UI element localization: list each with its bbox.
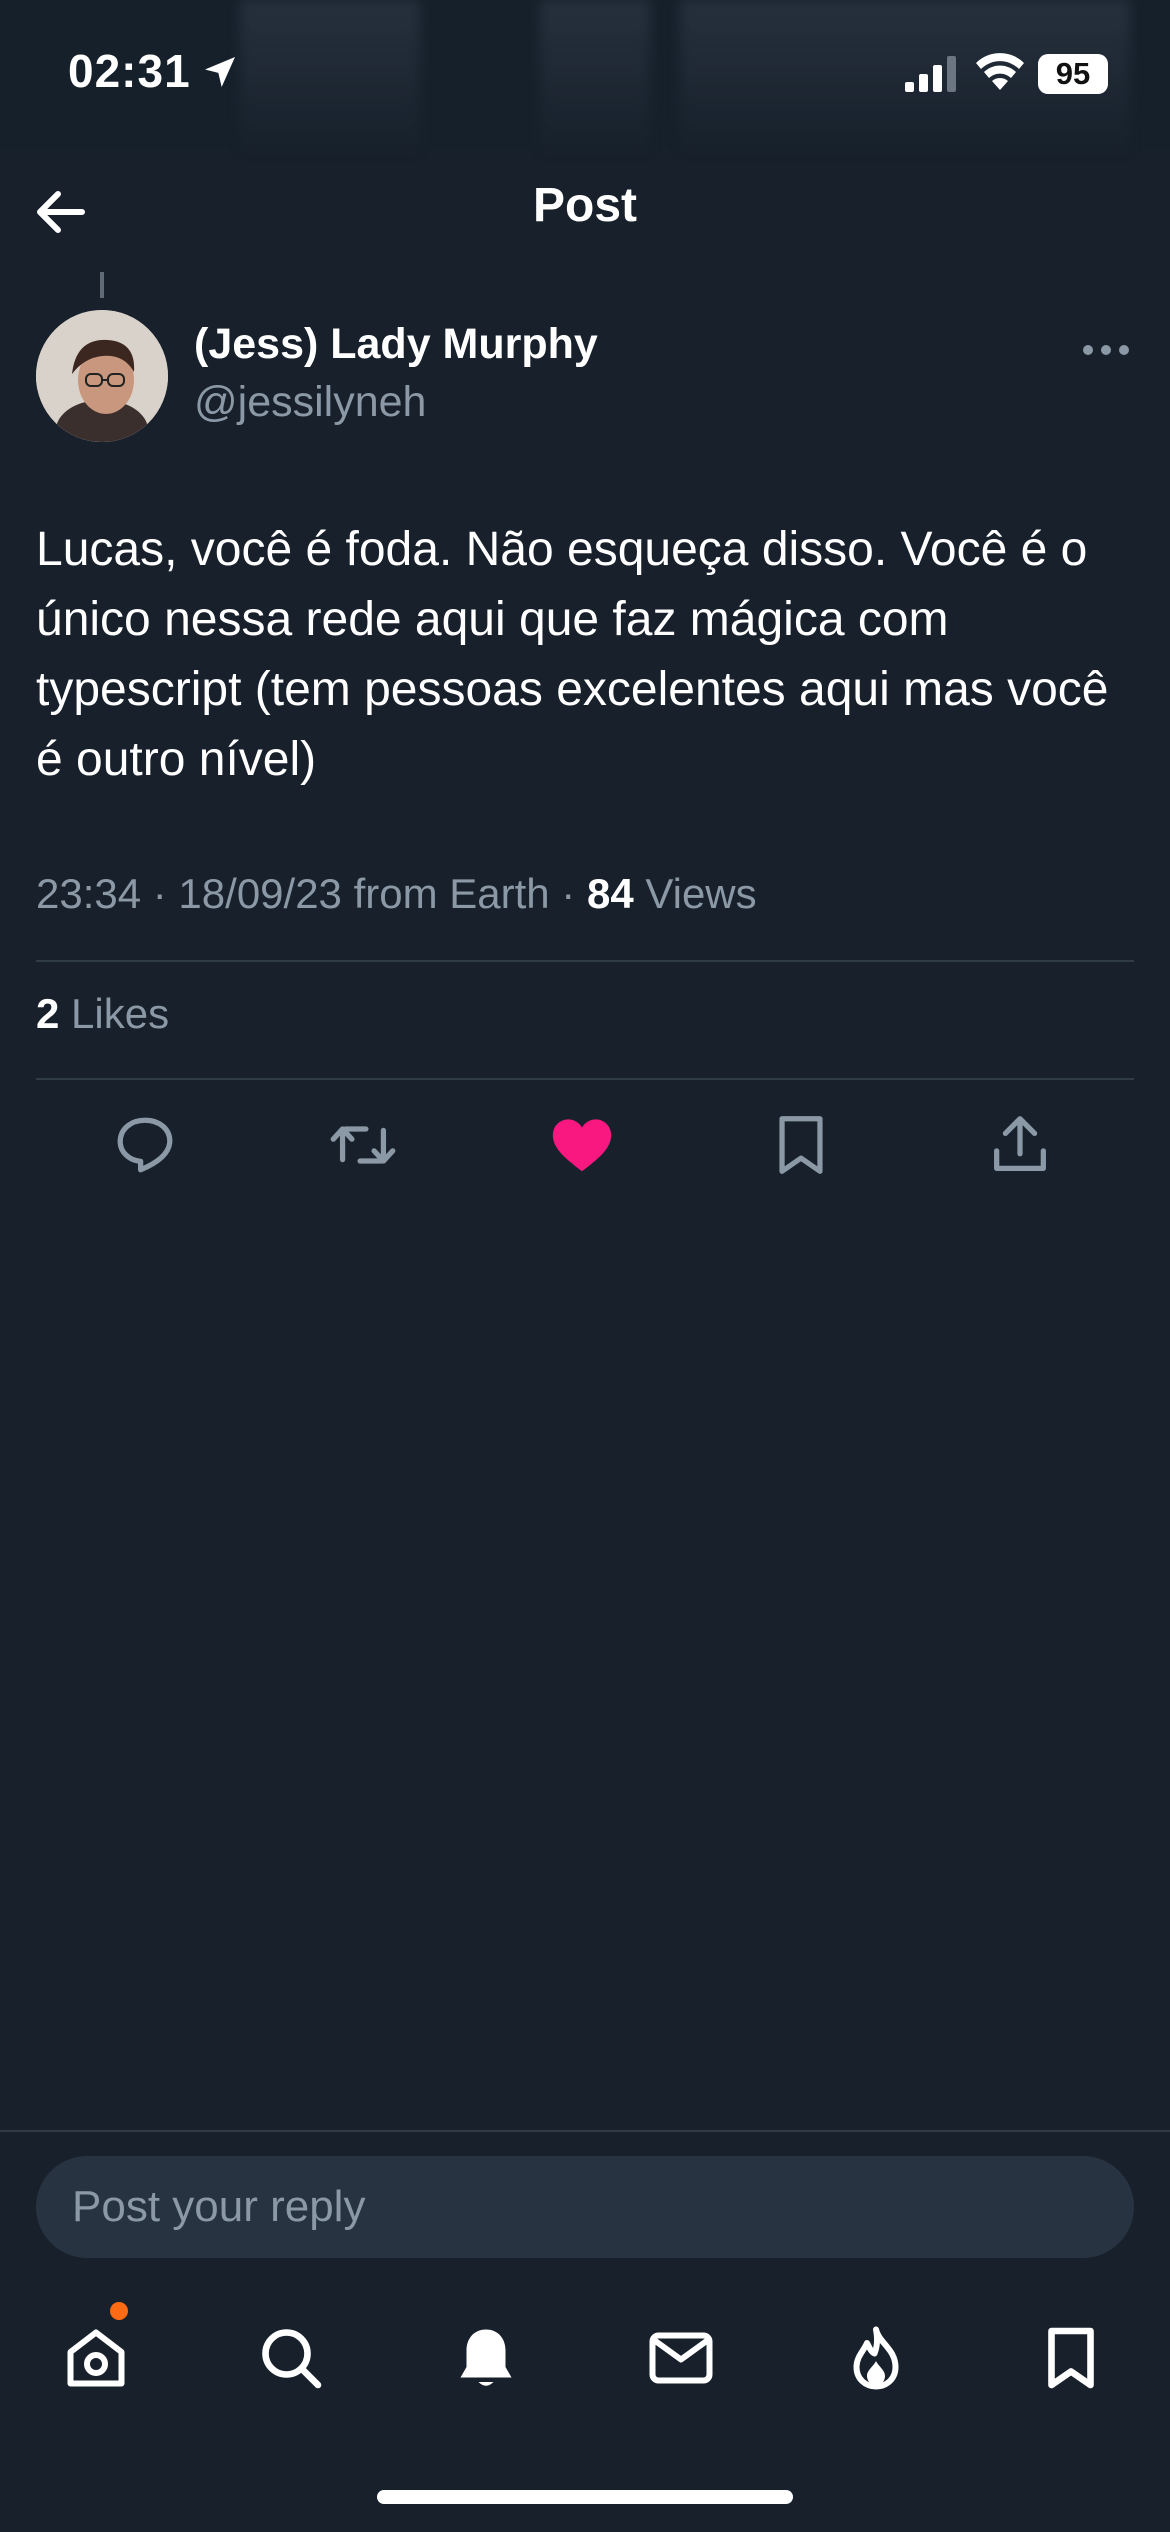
more-options-icon[interactable] [1080, 330, 1132, 370]
reply-icon[interactable] [110, 1110, 180, 1180]
signal-icon [905, 56, 956, 92]
views-label: Views [633, 870, 757, 917]
wifi-icon [976, 53, 1024, 90]
battery-icon: 95 [1038, 54, 1108, 94]
avatar[interactable] [36, 310, 168, 442]
like-icon[interactable] [547, 1110, 617, 1180]
likes-count: 2 [36, 990, 60, 1037]
avatar-image [36, 310, 168, 442]
reply-input[interactable] [36, 2156, 1134, 2258]
divider [36, 960, 1134, 962]
share-icon[interactable] [985, 1110, 1055, 1180]
post-text: Lucas, você é foda. Não esqueça disso. V… [36, 523, 1109, 786]
likes-label: Likes [59, 990, 170, 1037]
divider [36, 1078, 1134, 1080]
status-bar: 02:31 95 [0, 0, 1170, 150]
likes-row[interactable]: 2 Likes [36, 990, 169, 1038]
search-icon[interactable] [255, 2322, 327, 2394]
reply-divider [0, 2130, 1170, 2132]
author-name[interactable]: (Jess) Lady Murphy [194, 320, 598, 369]
messages-icon[interactable] [645, 2322, 717, 2394]
tab-bar [0, 2300, 1170, 2410]
status-bar-blur [540, 0, 650, 150]
bookmarks-icon[interactable] [1035, 2322, 1107, 2394]
home-icon[interactable] [60, 2322, 132, 2394]
location-arrow-icon [205, 57, 235, 87]
header: Post [0, 160, 1170, 260]
home-badge [110, 2302, 128, 2320]
notifications-icon[interactable] [450, 2322, 522, 2394]
page-title: Post [532, 179, 637, 232]
status-bar-blur [240, 0, 420, 150]
author-handle[interactable]: @jessilyneh [194, 378, 426, 427]
post-meta: 23:34 · 18/09/23 from Earth · 84 Views [36, 870, 757, 918]
views-count: 84 [586, 870, 634, 917]
trending-icon[interactable] [840, 2322, 912, 2394]
status-time: 02:31 [68, 45, 191, 97]
repost-icon[interactable] [328, 1110, 398, 1180]
bookmark-icon[interactable] [766, 1110, 836, 1180]
thread-connector [100, 272, 104, 298]
home-indicator[interactable] [377, 2490, 793, 2504]
post-timestamp: 23:34 · 18/09/23 from Earth · [36, 870, 587, 917]
